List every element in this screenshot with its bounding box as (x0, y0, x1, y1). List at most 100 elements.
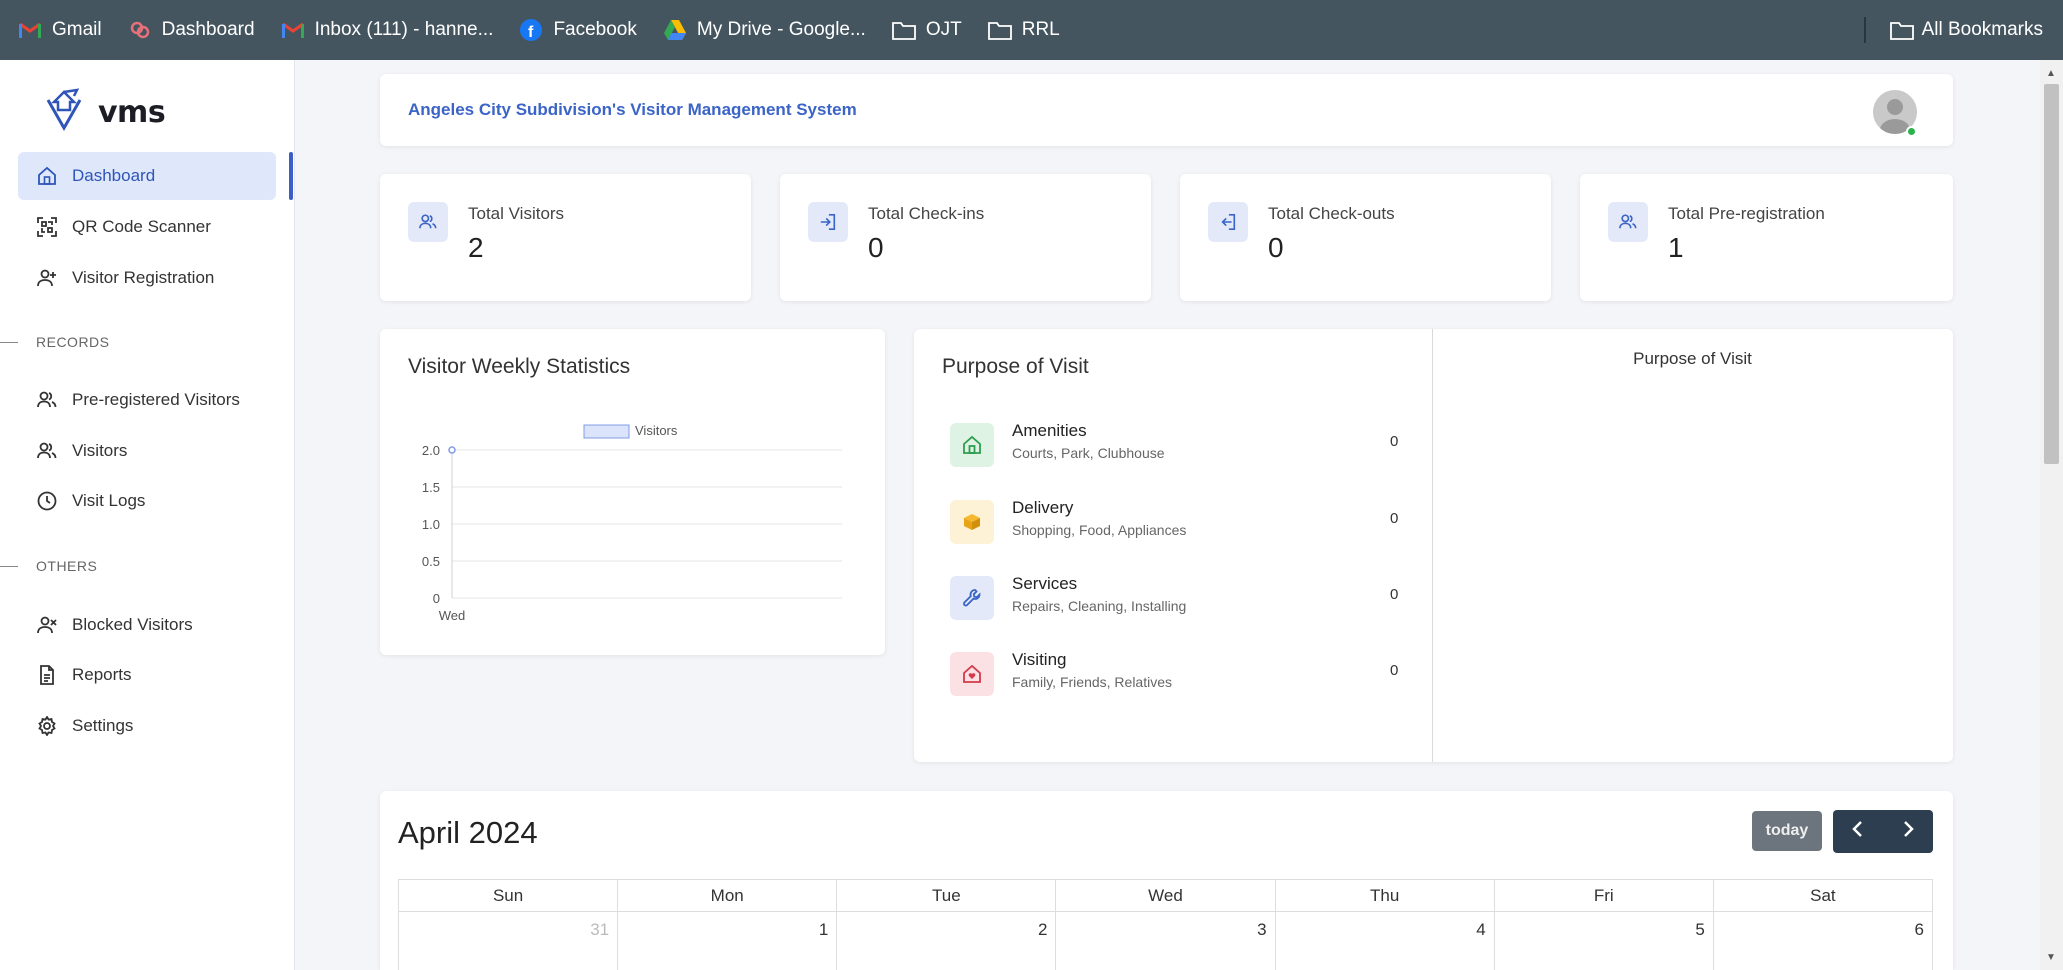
calendar-card: April 2024 today Sun Mon Tue Wed Thu Fri… (380, 791, 1953, 970)
bookmark-google-drive[interactable]: My Drive - Google... (663, 19, 866, 41)
calendar-weekday-row: Sun Mon Tue Wed Thu Fri Sat (399, 880, 1932, 912)
bookmark-facebook[interactable]: f Facebook (519, 19, 637, 41)
stat-label: Total Visitors (468, 204, 565, 223)
bookmarks-bar: Gmail Dashboard Inbox (111) - hanne... f… (0, 0, 2063, 60)
wrench-icon (950, 576, 994, 620)
prev-month-button[interactable] (1833, 810, 1883, 853)
next-month-button[interactable] (1883, 810, 1933, 853)
calendar-day[interactable]: 3 (1056, 912, 1276, 970)
legend-swatch (583, 424, 630, 439)
users-icon (408, 202, 448, 242)
sidebar-item-qr-scanner[interactable]: QR Code Scanner (18, 203, 276, 251)
sidebar-item-visitors[interactable]: Visitors (18, 427, 276, 475)
y-tick-label: 1.0 (422, 517, 440, 532)
bookmark-inbox[interactable]: Inbox (111) - hanne... (281, 19, 493, 41)
sidebar-item-visit-logs[interactable]: Visit Logs (18, 477, 276, 525)
weekly-statistics-card: Visitor Weekly Statistics Visitors 2.0 1.5… (380, 329, 885, 655)
sidebar-item-visitor-registration[interactable]: Visitor Registration (18, 254, 276, 302)
box-icon (950, 500, 994, 544)
calendar-day[interactable]: 5 (1495, 912, 1714, 970)
users-icon (36, 389, 58, 411)
folder-icon (891, 19, 916, 41)
calendar-day[interactable]: 1 (618, 912, 838, 970)
house-icon (950, 423, 994, 467)
y-tick-label: 2.0 (422, 443, 440, 458)
purpose-count: 0 (1390, 510, 1399, 527)
calendar-nav-group (1833, 810, 1933, 853)
active-indicator (289, 152, 293, 200)
scroll-down-arrow-icon[interactable]: ▼ (2046, 952, 2056, 963)
stat-card-total-visitors: Total Visitors 2 (380, 174, 751, 301)
bookmark-rrl[interactable]: RRL (987, 19, 1060, 41)
logo-icon (44, 88, 84, 137)
users-icon (1608, 202, 1648, 242)
top-header: Angeles City Subdivision's Visitor Manag… (380, 74, 1953, 146)
data-point (448, 446, 456, 454)
sidebar-item-pre-registered[interactable]: Pre-registered Visitors (18, 376, 276, 424)
weekday-header: Fri (1494, 880, 1714, 912)
bookmark-gmail[interactable]: Gmail (18, 19, 102, 41)
weekday-header: Sun (399, 880, 619, 912)
clock-icon (36, 490, 58, 512)
document-icon (36, 664, 58, 686)
section-others: OTHERS (0, 558, 97, 574)
users-icon (36, 440, 58, 462)
y-tick-label: 1.5 (422, 480, 440, 495)
gmail-icon (18, 19, 42, 41)
today-button[interactable]: today (1752, 811, 1822, 851)
page-scrollbar[interactable]: ▲ ▼ (2040, 60, 2063, 970)
stat-card-total-pre-registration: Total Pre-registration 1 (1580, 174, 1953, 301)
purpose-item-visiting: Visiting Family, Friends, Relatives 0 (950, 646, 1400, 706)
purpose-count: 0 (1390, 586, 1399, 603)
chevron-left-icon (1851, 820, 1865, 843)
section-records: RECORDS (0, 334, 110, 350)
stat-label: Total Check-ins (868, 204, 985, 223)
scroll-up-arrow-icon[interactable]: ▲ (2046, 68, 2056, 79)
calendar-title: April 2024 (398, 815, 538, 850)
bookmarks-separator (1864, 17, 1866, 43)
bookmark-ojt[interactable]: OJT (891, 19, 962, 41)
qr-scan-icon (36, 216, 58, 238)
sidebar-item-settings[interactable]: Settings (18, 702, 276, 750)
stat-value: 0 (868, 232, 884, 263)
folder-icon (1889, 20, 1914, 40)
weekday-header: Thu (1275, 880, 1495, 912)
app-logo[interactable]: vms (44, 88, 166, 137)
user-plus-icon (36, 267, 58, 289)
chevron-right-icon (1901, 820, 1915, 843)
purpose-chart-title: Purpose of Visit (1633, 349, 1752, 368)
weekly-chart: Visitors 2.0 1.5 1.0 0.5 0 Wed (422, 423, 842, 623)
purpose-item-delivery: Delivery Shopping, Food, Appliances 0 (950, 494, 1400, 554)
y-tick-label: 0 (433, 591, 440, 606)
card-divider (1432, 329, 1433, 762)
calendar-day[interactable]: 6 (1714, 912, 1932, 970)
purpose-count: 0 (1390, 433, 1399, 450)
purpose-count: 0 (1390, 662, 1399, 679)
sidebar-item-reports[interactable]: Reports (18, 651, 276, 699)
weekday-header: Tue (837, 880, 1057, 912)
scroll-thumb[interactable] (2044, 84, 2059, 464)
stat-value: 0 (1268, 232, 1284, 263)
purpose-item-services: Services Repairs, Cleaning, Installing 0 (950, 570, 1400, 630)
weekday-header: Sat (1713, 880, 1932, 912)
bookmark-dashboard[interactable]: Dashboard (128, 19, 255, 41)
sidebar-item-blocked-visitors[interactable]: Blocked Visitors (18, 601, 276, 649)
dashboard-site-icon (128, 19, 152, 41)
legend-label: Visitors (635, 423, 678, 438)
y-tick-label: 0.5 (422, 554, 440, 569)
facebook-icon: f (519, 19, 543, 41)
calendar-day[interactable]: 31 (399, 912, 619, 970)
sidebar-item-dashboard[interactable]: Dashboard (18, 152, 276, 200)
gmail-icon (281, 19, 305, 41)
logo-text: vms (98, 95, 166, 130)
purpose-title: Purpose of Visit (942, 355, 1089, 378)
calendar-day[interactable]: 2 (837, 912, 1057, 970)
all-bookmarks-button[interactable]: All Bookmarks (1889, 0, 2043, 60)
calendar-week-row: 31 1 2 3 4 5 6 (399, 912, 1932, 970)
calendar-day[interactable]: 4 (1276, 912, 1495, 970)
x-tick-label: Wed (439, 608, 466, 623)
stat-card-total-check-outs: Total Check-outs 0 (1180, 174, 1551, 301)
purpose-of-visit-card: Purpose of Visit Purpose of Visit Amenit… (914, 329, 1953, 762)
stat-value: 2 (468, 232, 484, 263)
stat-value: 1 (1668, 232, 1684, 263)
